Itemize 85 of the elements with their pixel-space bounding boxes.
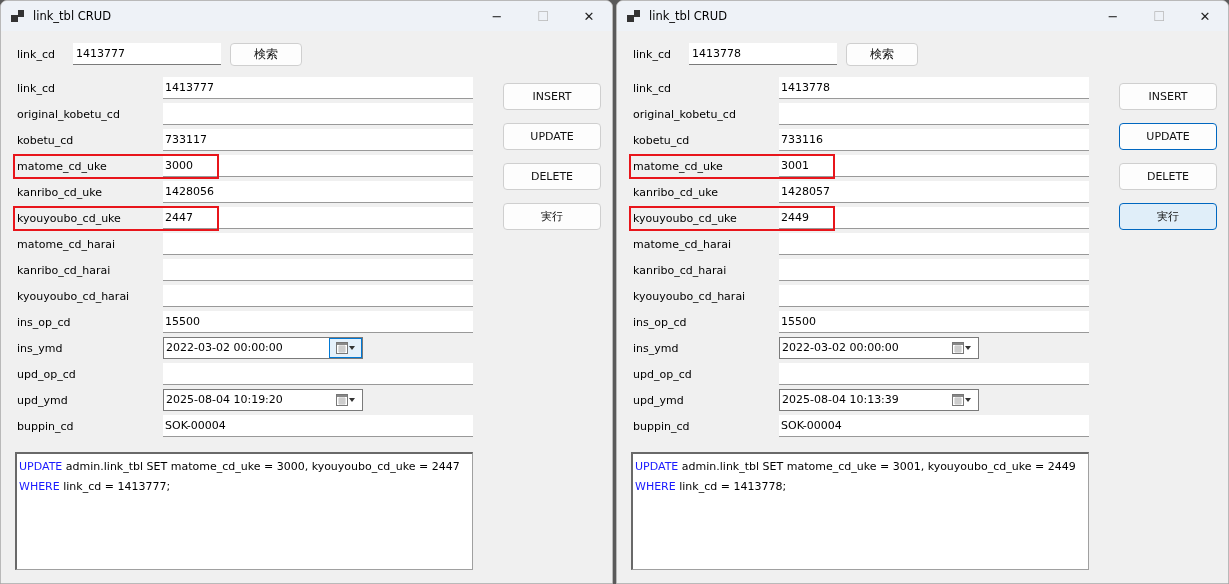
field-label: kanribo_cd_harai [632,263,728,277]
close-button[interactable]: ✕ [566,8,612,24]
field-label: upd_op_cd [16,367,77,381]
text-field[interactable]: 1413777 [163,77,473,99]
action-button[interactable]: INSERT [503,83,601,110]
field-label: kanribo_cd_harai [16,263,112,277]
text-field[interactable]: 3000 [163,155,473,177]
action-button[interactable]: DELETE [503,163,601,190]
field-label: kyouyoubo_cd_harai [632,289,747,303]
action-button[interactable]: UPDATE [1119,123,1217,150]
text-field[interactable] [779,363,1089,385]
search-button[interactable]: 検索 [230,42,302,66]
field-label: kobetu_cd [632,133,691,147]
action-button[interactable]: DELETE [1119,163,1217,190]
text-field[interactable] [779,285,1089,307]
app-icon [11,10,25,22]
field-label: kyouyoubo_cd_uke [16,211,122,225]
date-picker[interactable]: 2022-03-02 00:00:00 [779,337,979,359]
text-field[interactable]: 1413778 [779,77,1089,99]
field-label: upd_op_cd [632,367,693,381]
text-field[interactable]: 733116 [779,129,1089,151]
field-label: ins_op_cd [16,315,72,329]
text-field[interactable]: 3001 [779,155,1089,177]
calendar-icon [951,394,972,406]
field-label: ins_ymd [632,341,680,355]
action-button[interactable]: INSERT [1119,83,1217,110]
app-icon [627,10,641,22]
text-field[interactable]: 1428057 [779,181,1089,203]
field-label: kyouyoubo_cd_harai [16,289,131,303]
text-field[interactable] [163,233,473,255]
search-field[interactable]: 1413777 [73,43,221,65]
action-button[interactable]: UPDATE [503,123,601,150]
text-field[interactable]: 15500 [163,311,473,333]
minimize-button[interactable]: − [1090,8,1136,24]
text-field[interactable] [163,259,473,281]
field-label: link_cd [16,47,55,61]
field-label: kanribo_cd_uke [632,185,719,199]
text-field[interactable]: 2449 [779,207,1089,229]
sql-text-area[interactable]: UPDATE admin.link_tbl SET matome_cd_uke = 3000, kyouyoubo_cd_uke = 2447 WHERE link_cd = 1413777; [15,452,473,570]
text-field[interactable] [779,233,1089,255]
field-label: original_kobetu_cd [632,107,737,121]
calendar-icon [335,342,356,354]
date-picker[interactable]: 2022-03-02 00:00:00 [163,337,363,359]
field-label: upd_ymd [16,393,69,407]
action-button[interactable]: 実行 [1119,203,1217,230]
field-label: link_cd [632,47,671,61]
field-label: link_cd [632,81,672,95]
field-label: matome_cd_harai [632,237,733,251]
text-field[interactable] [779,103,1089,125]
field-label: upd_ymd [632,393,685,407]
search-button[interactable]: 検索 [846,42,918,66]
date-picker[interactable]: 2025-08-04 10:19:20 [163,389,363,411]
calendar-icon [335,394,356,406]
close-button[interactable]: ✕ [1182,8,1228,24]
text-field[interactable] [779,259,1089,281]
dropdown-button[interactable] [329,338,362,358]
text-field[interactable]: 733117 [163,129,473,151]
text-field[interactable] [163,103,473,125]
field-label: link_cd [16,81,56,95]
minimize-button[interactable]: − [474,8,520,24]
window-title: link_tbl CRUD [33,9,113,23]
sql-text-area[interactable]: UPDATE admin.link_tbl SET matome_cd_uke = 3001, kyouyoubo_cd_uke = 2449 WHERE link_cd = 1413778; [631,452,1089,570]
window-title: link_tbl CRUD [649,9,729,23]
calendar-icon [951,342,972,354]
field-label: original_kobetu_cd [16,107,121,121]
field-label: kyouyoubo_cd_uke [632,211,738,225]
text-field[interactable]: 15500 [779,311,1089,333]
field-label: buppin_cd [632,419,691,433]
search-field[interactable]: 1413778 [689,43,837,65]
text-field[interactable] [163,285,473,307]
field-label: matome_cd_harai [16,237,117,251]
text-field[interactable]: 1428056 [163,181,473,203]
date-picker[interactable]: 2025-08-04 10:13:39 [779,389,979,411]
text-field[interactable] [163,363,473,385]
field-label: ins_ymd [16,341,64,355]
field-label: kanribo_cd_uke [16,185,103,199]
text-field[interactable]: 2447 [163,207,473,229]
field-label: kobetu_cd [16,133,75,147]
text-field[interactable]: SOK-00004 [779,415,1089,437]
field-label: matome_cd_uke [632,159,724,173]
field-label: matome_cd_uke [16,159,108,173]
text-field[interactable]: SOK-00004 [163,415,473,437]
action-button[interactable]: 実行 [503,203,601,230]
field-label: ins_op_cd [632,315,688,329]
field-label: buppin_cd [16,419,75,433]
